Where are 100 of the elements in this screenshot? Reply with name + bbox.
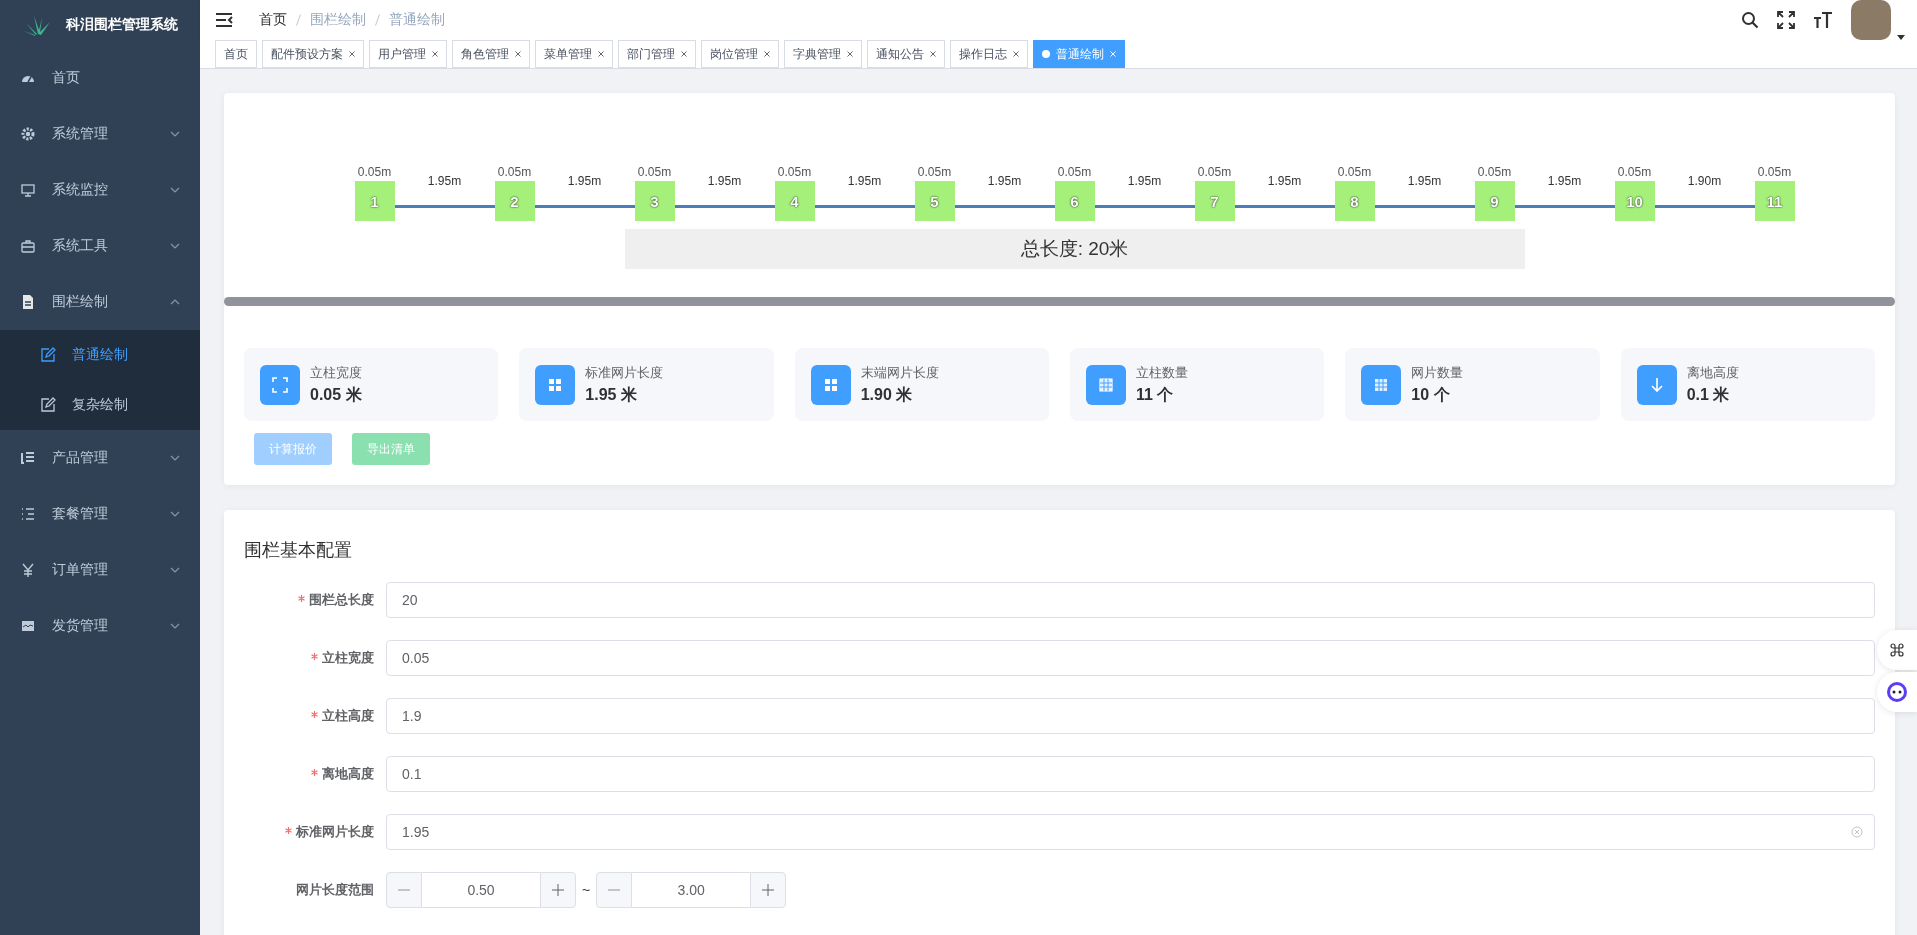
tab[interactable]: 配件预设方案 <box>262 40 364 68</box>
fence-post: 6 <box>1054 181 1095 221</box>
toolbox-icon <box>20 238 36 254</box>
dot-icon <box>1042 50 1050 58</box>
post-width-label: 0.05m <box>497 165 532 181</box>
breadcrumb-item[interactable]: 首页 <box>259 11 287 29</box>
input-field[interactable]: 0.05 <box>386 640 1875 676</box>
sidebar-item[interactable]: 套餐管理 <box>0 486 200 542</box>
panel-length-label: 1.95m <box>987 173 1022 187</box>
menu-toggle-icon[interactable] <box>215 13 233 27</box>
stat-value: 0.05 米 <box>310 384 362 405</box>
font-size-icon[interactable] <box>1813 11 1833 29</box>
plus-icon <box>762 884 775 896</box>
shortcut-button[interactable] <box>1877 630 1917 670</box>
minus-icon <box>608 889 621 891</box>
fence-post: 1 <box>354 181 395 221</box>
arrow-down-icon <box>1636 364 1677 405</box>
close-icon[interactable] <box>930 51 936 57</box>
chevron-down-icon <box>170 243 180 249</box>
field-label: 离地高度 <box>244 765 386 783</box>
tab[interactable]: 用户管理 <box>369 40 447 68</box>
edit-icon <box>40 347 56 363</box>
fence-post: 11 <box>1754 181 1795 221</box>
tab[interactable]: 菜单管理 <box>535 40 613 68</box>
stat-label: 末端网片长度 <box>860 363 939 382</box>
post-width-label: 0.05m <box>777 165 812 181</box>
fence-post: 9 <box>1474 181 1515 221</box>
sidebar-item[interactable]: 系统管理 <box>0 106 200 162</box>
robot-face-icon <box>1886 681 1908 703</box>
tab[interactable]: 岗位管理 <box>701 40 779 68</box>
sidebar-item[interactable]: 围栏绘制 <box>0 274 200 330</box>
sidebar-item[interactable]: 订单管理 <box>0 542 200 598</box>
tab[interactable]: 首页 <box>215 40 257 68</box>
sidebar-subitem[interactable]: 复杂绘制 <box>0 380 200 430</box>
close-icon[interactable] <box>764 51 770 57</box>
avatar-placeholder[interactable] <box>1851 0 1891 40</box>
range-separator: ~ <box>582 882 591 898</box>
chevron-up-icon <box>170 299 180 305</box>
stat-label: 立柱宽度 <box>310 363 362 382</box>
sidebar-item[interactable]: 发货管理 <box>0 598 200 654</box>
field-label: 网片长度范围 <box>295 881 375 899</box>
document-icon <box>20 294 36 310</box>
total-length-label: 总长度: 20米 <box>624 229 1525 269</box>
number-input[interactable]: 0.50 <box>422 872 540 908</box>
close-icon[interactable] <box>1013 51 1019 57</box>
stat-value: 10 个 <box>1411 384 1451 405</box>
fence-post: 4 <box>774 181 815 221</box>
post-width-label: 0.05m <box>357 165 392 181</box>
close-icon[interactable] <box>598 51 604 57</box>
grid-icon <box>535 364 576 405</box>
section-title: 围栏基本配置 <box>244 539 353 562</box>
tab[interactable]: 部门管理 <box>618 40 696 68</box>
tab[interactable]: 通知公告 <box>867 40 945 68</box>
plus-icon <box>552 884 564 896</box>
breadcrumb-item: 普通绘制 <box>389 11 445 29</box>
input-field[interactable]: 0.1 <box>386 756 1875 792</box>
stat-value: 1.95 米 <box>585 384 638 405</box>
stat-value: 0.1 米 <box>1686 384 1731 405</box>
tab[interactable]: 字典管理 <box>784 40 862 68</box>
input-field[interactable]: 20 <box>386 582 1875 618</box>
close-icon[interactable] <box>515 51 521 57</box>
close-icon[interactable] <box>349 51 355 57</box>
field-label: 立柱高度 <box>244 707 386 725</box>
gear-icon <box>20 126 36 142</box>
post-width-label: 0.05m <box>637 165 672 181</box>
minus-icon <box>398 889 410 891</box>
fence-post: 7 <box>1194 181 1235 221</box>
panel-length-label: 1.95m <box>427 173 462 187</box>
breadcrumb-item: 围栏绘制 <box>310 11 366 29</box>
yen-icon <box>20 562 36 578</box>
search-icon[interactable] <box>1741 11 1759 29</box>
expand-icon <box>260 364 300 405</box>
sidebar-item[interactable]: 系统工具 <box>0 218 200 274</box>
scrollbar-thumb[interactable] <box>224 297 1895 306</box>
tab[interactable]: 角色管理 <box>452 40 530 68</box>
command-icon <box>1889 642 1905 658</box>
post-width-label: 0.05m <box>1337 165 1372 181</box>
assistant-button[interactable] <box>1877 672 1917 712</box>
chevron-down-icon <box>170 187 180 193</box>
post-width-label: 0.05m <box>1617 165 1652 181</box>
fullscreen-icon[interactable] <box>1777 11 1795 29</box>
chevron-down-icon <box>170 455 180 461</box>
field-label: 立柱宽度 <box>244 649 386 667</box>
close-icon[interactable] <box>432 51 438 57</box>
close-icon[interactable] <box>847 51 853 57</box>
sidebar-item[interactable]: 系统监控 <box>0 162 200 218</box>
stat-value: 11 个 <box>1136 384 1175 405</box>
close-icon[interactable] <box>681 51 687 57</box>
sidebar-item[interactable]: 产品管理 <box>0 430 200 486</box>
panel-length-label: 1.95m <box>1547 173 1582 187</box>
input-field[interactable]: 1.9 <box>386 698 1875 734</box>
panel-length-label: 1.95m <box>567 173 602 187</box>
tab[interactable]: 操作日志 <box>950 40 1028 68</box>
input-field[interactable]: 1.95 <box>386 814 1875 850</box>
number-input[interactable]: 3.00 <box>632 872 751 908</box>
sidebar-subitem[interactable]: 普通绘制 <box>0 330 200 380</box>
chart-box-icon <box>20 618 36 634</box>
post-width-label: 0.05m <box>1057 165 1092 181</box>
sidebar-item[interactable]: 首页 <box>0 50 200 106</box>
app-title: 科泪围栏管理系统 <box>66 16 178 34</box>
